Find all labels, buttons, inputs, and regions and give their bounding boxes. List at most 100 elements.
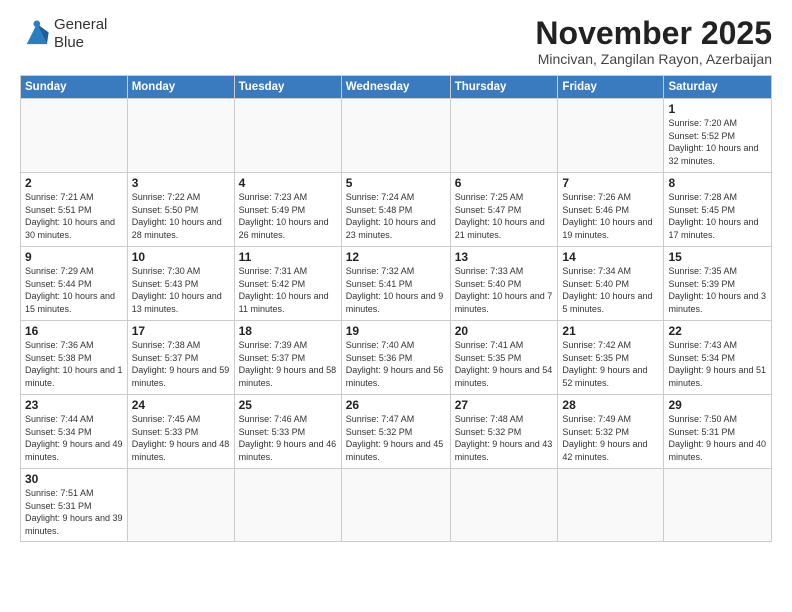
day-info: Sunrise: 7:39 AM Sunset: 5:37 PM Dayligh… [239, 339, 337, 389]
day-info: Sunrise: 7:34 AM Sunset: 5:40 PM Dayligh… [562, 265, 659, 315]
day-info: Sunrise: 7:26 AM Sunset: 5:46 PM Dayligh… [562, 191, 659, 241]
calendar: Sunday Monday Tuesday Wednesday Thursday… [20, 75, 772, 541]
day-info: Sunrise: 7:45 AM Sunset: 5:33 PM Dayligh… [132, 413, 230, 463]
table-row: 29Sunrise: 7:50 AM Sunset: 5:31 PM Dayli… [664, 395, 772, 469]
logo-line1: General [54, 16, 107, 34]
col-tuesday: Tuesday [234, 76, 341, 99]
day-number: 27 [455, 398, 554, 412]
table-row [664, 469, 772, 541]
table-row: 22Sunrise: 7:43 AM Sunset: 5:34 PM Dayli… [664, 321, 772, 395]
table-row: 6Sunrise: 7:25 AM Sunset: 5:47 PM Daylig… [450, 173, 558, 247]
table-row: 16Sunrise: 7:36 AM Sunset: 5:38 PM Dayli… [21, 321, 128, 395]
table-row: 12Sunrise: 7:32 AM Sunset: 5:41 PM Dayli… [341, 247, 450, 321]
day-info: Sunrise: 7:38 AM Sunset: 5:37 PM Dayligh… [132, 339, 230, 389]
day-number: 23 [25, 398, 123, 412]
day-number: 28 [562, 398, 659, 412]
day-info: Sunrise: 7:23 AM Sunset: 5:49 PM Dayligh… [239, 191, 337, 241]
table-row: 24Sunrise: 7:45 AM Sunset: 5:33 PM Dayli… [127, 395, 234, 469]
day-info: Sunrise: 7:48 AM Sunset: 5:32 PM Dayligh… [455, 413, 554, 463]
day-info: Sunrise: 7:31 AM Sunset: 5:42 PM Dayligh… [239, 265, 337, 315]
day-number: 12 [346, 250, 446, 264]
table-row: 27Sunrise: 7:48 AM Sunset: 5:32 PM Dayli… [450, 395, 558, 469]
day-info: Sunrise: 7:25 AM Sunset: 5:47 PM Dayligh… [455, 191, 554, 241]
table-row: 18Sunrise: 7:39 AM Sunset: 5:37 PM Dayli… [234, 321, 341, 395]
calendar-header-row: Sunday Monday Tuesday Wednesday Thursday… [21, 76, 772, 99]
day-info: Sunrise: 7:29 AM Sunset: 5:44 PM Dayligh… [25, 265, 123, 315]
day-number: 1 [668, 102, 767, 116]
day-number: 22 [668, 324, 767, 338]
logo: General Blue [20, 16, 107, 52]
table-row [450, 469, 558, 541]
day-number: 14 [562, 250, 659, 264]
table-row [341, 99, 450, 173]
logo-icon [20, 20, 52, 48]
day-number: 24 [132, 398, 230, 412]
day-info: Sunrise: 7:30 AM Sunset: 5:43 PM Dayligh… [132, 265, 230, 315]
table-row: 30Sunrise: 7:51 AM Sunset: 5:31 PM Dayli… [21, 469, 128, 541]
table-row: 17Sunrise: 7:38 AM Sunset: 5:37 PM Dayli… [127, 321, 234, 395]
day-info: Sunrise: 7:33 AM Sunset: 5:40 PM Dayligh… [455, 265, 554, 315]
day-number: 29 [668, 398, 767, 412]
day-number: 5 [346, 176, 446, 190]
table-row: 15Sunrise: 7:35 AM Sunset: 5:39 PM Dayli… [664, 247, 772, 321]
day-number: 15 [668, 250, 767, 264]
col-monday: Monday [127, 76, 234, 99]
table-row: 10Sunrise: 7:30 AM Sunset: 5:43 PM Dayli… [127, 247, 234, 321]
day-info: Sunrise: 7:35 AM Sunset: 5:39 PM Dayligh… [668, 265, 767, 315]
table-row [558, 99, 664, 173]
title-area: November 2025 Mincivan, Zangilan Rayon, … [535, 16, 772, 67]
day-number: 4 [239, 176, 337, 190]
col-saturday: Saturday [664, 76, 772, 99]
table-row: 1Sunrise: 7:20 AM Sunset: 5:52 PM Daylig… [664, 99, 772, 173]
day-info: Sunrise: 7:28 AM Sunset: 5:45 PM Dayligh… [668, 191, 767, 241]
day-info: Sunrise: 7:41 AM Sunset: 5:35 PM Dayligh… [455, 339, 554, 389]
col-wednesday: Wednesday [341, 76, 450, 99]
table-row: 13Sunrise: 7:33 AM Sunset: 5:40 PM Dayli… [450, 247, 558, 321]
table-row: 25Sunrise: 7:46 AM Sunset: 5:33 PM Dayli… [234, 395, 341, 469]
day-info: Sunrise: 7:21 AM Sunset: 5:51 PM Dayligh… [25, 191, 123, 241]
day-number: 18 [239, 324, 337, 338]
day-number: 10 [132, 250, 230, 264]
day-number: 19 [346, 324, 446, 338]
table-row: 3Sunrise: 7:22 AM Sunset: 5:50 PM Daylig… [127, 173, 234, 247]
day-number: 3 [132, 176, 230, 190]
day-number: 20 [455, 324, 554, 338]
day-info: Sunrise: 7:22 AM Sunset: 5:50 PM Dayligh… [132, 191, 230, 241]
day-info: Sunrise: 7:43 AM Sunset: 5:34 PM Dayligh… [668, 339, 767, 389]
day-number: 26 [346, 398, 446, 412]
day-info: Sunrise: 7:50 AM Sunset: 5:31 PM Dayligh… [668, 413, 767, 463]
day-info: Sunrise: 7:20 AM Sunset: 5:52 PM Dayligh… [668, 117, 767, 167]
header: General Blue November 2025 Mincivan, Zan… [20, 16, 772, 67]
table-row [127, 99, 234, 173]
day-number: 7 [562, 176, 659, 190]
table-row: 8Sunrise: 7:28 AM Sunset: 5:45 PM Daylig… [664, 173, 772, 247]
day-number: 6 [455, 176, 554, 190]
day-number: 25 [239, 398, 337, 412]
table-row: 23Sunrise: 7:44 AM Sunset: 5:34 PM Dayli… [21, 395, 128, 469]
day-number: 16 [25, 324, 123, 338]
day-info: Sunrise: 7:40 AM Sunset: 5:36 PM Dayligh… [346, 339, 446, 389]
table-row: 19Sunrise: 7:40 AM Sunset: 5:36 PM Dayli… [341, 321, 450, 395]
table-row: 4Sunrise: 7:23 AM Sunset: 5:49 PM Daylig… [234, 173, 341, 247]
logo-line2: Blue [54, 34, 107, 52]
day-number: 13 [455, 250, 554, 264]
table-row [450, 99, 558, 173]
col-friday: Friday [558, 76, 664, 99]
table-row: 20Sunrise: 7:41 AM Sunset: 5:35 PM Dayli… [450, 321, 558, 395]
table-row: 28Sunrise: 7:49 AM Sunset: 5:32 PM Dayli… [558, 395, 664, 469]
day-number: 17 [132, 324, 230, 338]
table-row: 7Sunrise: 7:26 AM Sunset: 5:46 PM Daylig… [558, 173, 664, 247]
day-number: 9 [25, 250, 123, 264]
page: General Blue November 2025 Mincivan, Zan… [0, 0, 792, 612]
table-row [127, 469, 234, 541]
day-info: Sunrise: 7:24 AM Sunset: 5:48 PM Dayligh… [346, 191, 446, 241]
day-number: 8 [668, 176, 767, 190]
day-info: Sunrise: 7:51 AM Sunset: 5:31 PM Dayligh… [25, 487, 123, 537]
day-info: Sunrise: 7:32 AM Sunset: 5:41 PM Dayligh… [346, 265, 446, 315]
day-info: Sunrise: 7:47 AM Sunset: 5:32 PM Dayligh… [346, 413, 446, 463]
day-number: 21 [562, 324, 659, 338]
table-row [234, 469, 341, 541]
table-row [558, 469, 664, 541]
col-thursday: Thursday [450, 76, 558, 99]
table-row: 2Sunrise: 7:21 AM Sunset: 5:51 PM Daylig… [21, 173, 128, 247]
